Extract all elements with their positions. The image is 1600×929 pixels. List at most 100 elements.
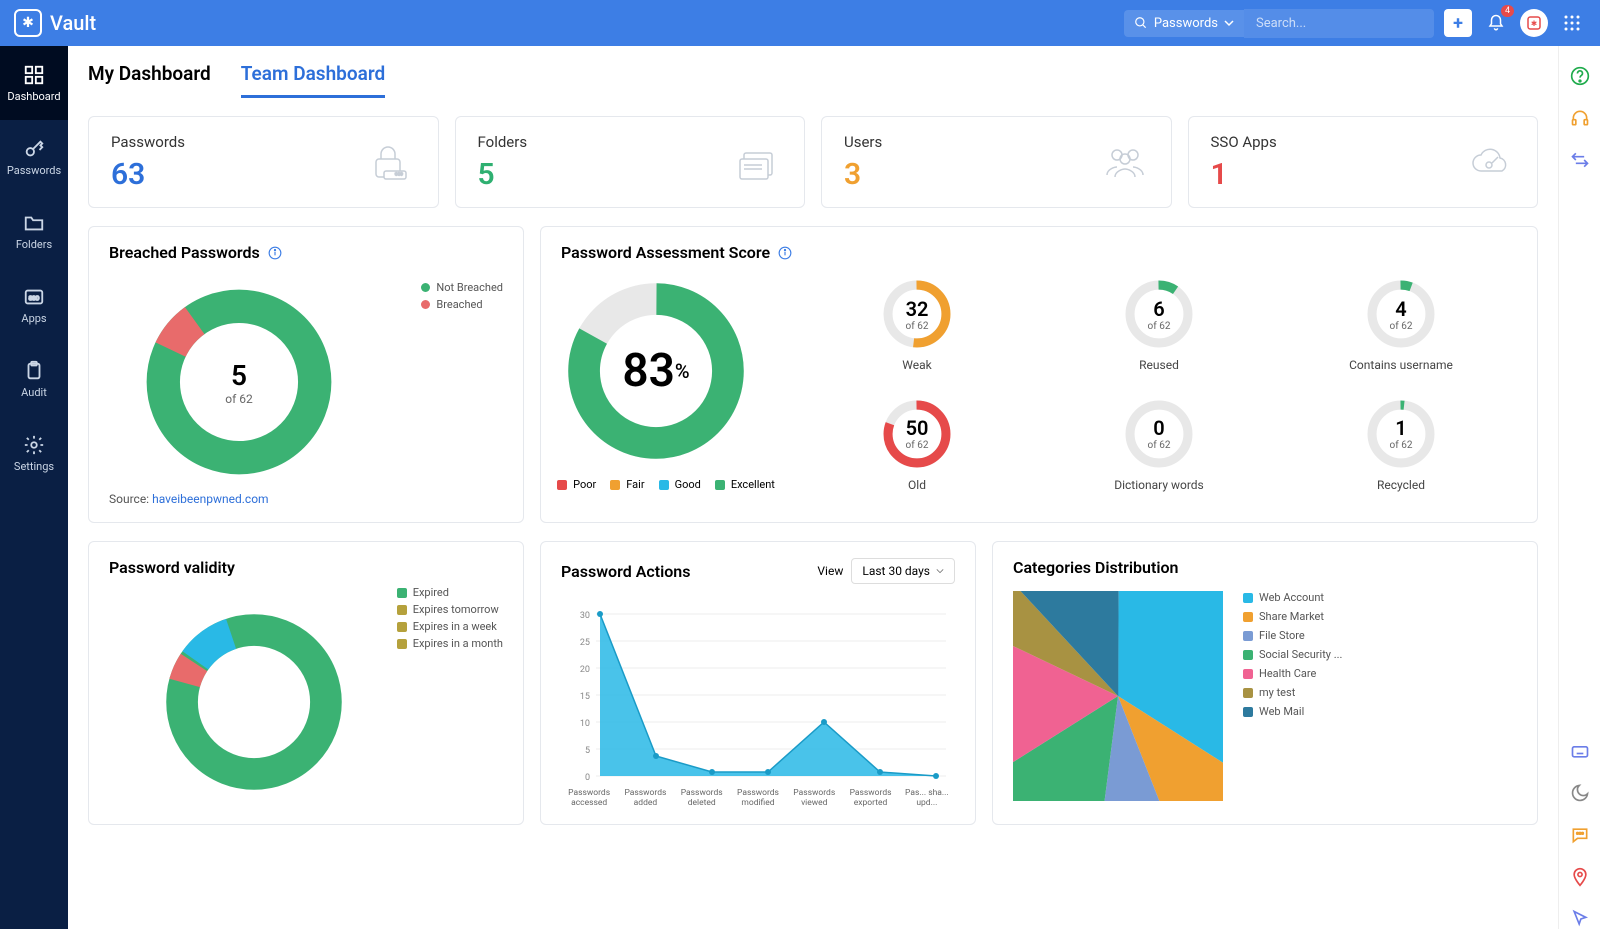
stat-folders[interactable]: Folders5 <box>455 116 806 208</box>
search-input[interactable] <box>1244 9 1434 38</box>
sidebar-item-audit[interactable]: Audit <box>0 342 68 416</box>
mini-metric[interactable]: 4of 62 Contains username <box>1285 276 1517 376</box>
search-group: Passwords <box>1124 9 1434 38</box>
lock-icon: *** <box>368 141 416 183</box>
breached-legend: Not Breached Breached <box>421 281 503 315</box>
notifications-button[interactable]: 4 <box>1482 9 1510 37</box>
stat-value: 3 <box>844 157 882 192</box>
brand-logo-icon: ✱ <box>14 9 42 37</box>
svg-text:25: 25 <box>580 638 590 648</box>
search-icon <box>1134 16 1148 30</box>
breached-total: of 62 <box>225 392 252 406</box>
sidebar-item-settings[interactable]: Settings <box>0 416 68 490</box>
chevron-down-icon <box>1224 18 1234 28</box>
legend-label: Not Breached <box>436 281 503 294</box>
actions-panel: Password Actions View Last 30 days <box>540 541 976 825</box>
stat-value: 5 <box>478 157 528 192</box>
apps-grid-button[interactable] <box>1558 9 1586 37</box>
assessment-mini-grid: 32of 62 Weak 6of 62 Reused 4of 62 Contai… <box>801 276 1517 495</box>
breached-source: Source: haveibeenpwned.com <box>109 492 503 506</box>
help-icon[interactable] <box>1570 66 1590 86</box>
panel-title: Breached Passwords <box>109 243 260 262</box>
key-icon <box>23 138 45 160</box>
folder-icon <box>23 212 45 234</box>
categories-legend: Web AccountShare MarketFile StoreSocial … <box>1243 591 1342 724</box>
validity-donut <box>159 607 359 807</box>
info-icon[interactable] <box>268 246 282 260</box>
sidebar-item-label: Dashboard <box>7 90 60 103</box>
stat-label: SSO Apps <box>1211 133 1277 151</box>
sidebar: Dashboard Passwords Folders SSO Apps Aud… <box>0 46 68 929</box>
gear-icon <box>23 434 45 456</box>
actions-chart: 30 25 20 15 10 5 0 Passwords accessedPasswords… <box>561 604 955 808</box>
brand: ✱ Vault <box>14 9 96 37</box>
chat-icon[interactable] <box>1570 825 1590 845</box>
mini-metric[interactable]: 32of 62 Weak <box>801 276 1033 376</box>
mini-metric[interactable]: 0of 62 Dictionary words <box>1043 396 1275 496</box>
info-icon[interactable] <box>778 246 792 260</box>
topbar: ✱ Vault Passwords + 4 ✱ <box>0 0 1600 46</box>
clipboard-icon <box>23 360 45 382</box>
sidebar-item-label: Settings <box>14 460 54 473</box>
location-icon[interactable] <box>1570 867 1590 887</box>
legend-label: Breached <box>436 298 482 311</box>
validity-legend: ExpiredExpires tomorrowExpires in a week… <box>397 586 503 654</box>
panel-title: Password Assessment Score <box>561 243 770 262</box>
validity-panel: Password validity ExpiredExpires tomorro… <box>88 541 524 825</box>
app-name: Vault <box>50 11 96 35</box>
svg-text:10: 10 <box>580 719 590 729</box>
avatar[interactable]: ✱ <box>1520 9 1548 37</box>
breached-count: 5 <box>231 359 247 392</box>
stat-sso[interactable]: SSO Apps 1 <box>1188 116 1539 208</box>
panel-title: Password Actions <box>561 562 690 581</box>
sidebar-item-label: Audit <box>21 386 47 399</box>
swap-icon[interactable] <box>1570 150 1590 170</box>
svg-text:20: 20 <box>580 665 590 675</box>
sidebar-item-folders[interactable]: Folders <box>0 194 68 268</box>
svg-text:30: 30 <box>580 611 590 621</box>
right-rail <box>1558 46 1600 929</box>
svg-text:15: 15 <box>580 692 590 702</box>
svg-text:0: 0 <box>585 773 590 783</box>
tab-my-dashboard[interactable]: My Dashboard <box>88 62 211 98</box>
breached-donut: 5of 62 <box>139 282 339 482</box>
dashboard-tabs: My Dashboard Team Dashboard <box>88 46 1538 98</box>
add-button[interactable]: + <box>1444 9 1472 37</box>
stat-label: Passwords <box>111 133 185 151</box>
moon-icon[interactable] <box>1570 783 1590 803</box>
stat-passwords[interactable]: Passwords 63 *** <box>88 116 439 208</box>
sidebar-item-dashboard[interactable]: Dashboard <box>0 46 68 120</box>
actions-x-labels: Passwords accessedPasswords addedPasswor… <box>561 788 955 808</box>
mini-metric[interactable]: 1of 62 Recycled <box>1285 396 1517 496</box>
svg-text:✱: ✱ <box>1531 19 1538 28</box>
score-value: 83 <box>622 344 675 398</box>
stat-value: 63 <box>111 157 185 192</box>
source-link[interactable]: haveibeenpwned.com <box>152 492 268 506</box>
cursor-icon[interactable] <box>1570 909 1590 929</box>
search-category-label: Passwords <box>1154 16 1218 31</box>
tab-team-dashboard[interactable]: Team Dashboard <box>241 62 385 98</box>
view-range-select[interactable]: Last 30 days <box>851 558 955 584</box>
stat-users[interactable]: Users 3 <box>821 116 1172 208</box>
score-pct: % <box>675 359 690 383</box>
view-label: View <box>817 564 843 578</box>
svg-text:5: 5 <box>585 746 590 756</box>
panel-title: Categories Distribution <box>1013 558 1517 577</box>
svg-text:SSO: SSO <box>29 295 40 301</box>
headphones-icon[interactable] <box>1570 108 1590 128</box>
stat-value: 1 <box>1211 157 1277 192</box>
dashboard-icon <box>23 64 45 86</box>
score-donut: 83% <box>561 276 751 466</box>
chevron-down-icon <box>936 567 944 575</box>
assessment-panel: Password Assessment Score 83% <box>540 226 1538 523</box>
keyboard-icon[interactable] <box>1570 741 1590 761</box>
mini-metric[interactable]: 50of 62 Old <box>801 396 1033 496</box>
sidebar-item-apps[interactable]: SSO Apps <box>0 268 68 342</box>
panel-title: Password validity <box>109 558 503 577</box>
breached-passwords-panel: Breached Passwords 5of 62 Not Breached B… <box>88 226 524 523</box>
stat-label: Users <box>844 133 882 151</box>
sidebar-item-passwords[interactable]: Passwords <box>0 120 68 194</box>
search-category-select[interactable]: Passwords <box>1124 10 1244 37</box>
view-range-value: Last 30 days <box>862 564 930 578</box>
mini-metric[interactable]: 6of 62 Reused <box>1043 276 1275 376</box>
